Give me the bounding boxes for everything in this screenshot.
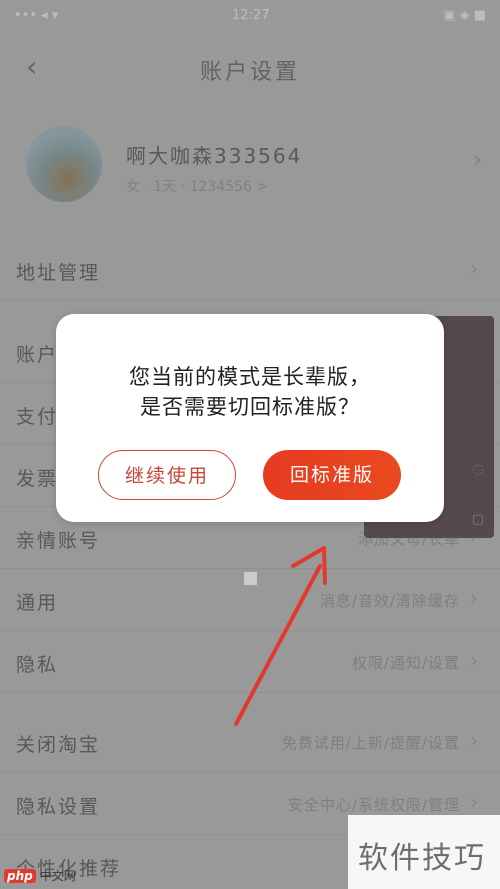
watermark-text: 软件技巧: [358, 841, 486, 876]
logo-php: php: [4, 869, 36, 883]
dialog-message-line-1: 您当前的模式是长辈版，: [129, 365, 371, 389]
dialog-message-line-2: 是否需要切回标准版？: [140, 395, 360, 419]
watermark: 软件技巧: [348, 815, 500, 889]
continue-using-button[interactable]: 继续使用: [98, 450, 236, 500]
dialog-message: 您当前的模式是长辈版， 是否需要切回标准版？: [56, 362, 444, 422]
logo-cn: 中文网: [39, 869, 76, 883]
switch-to-standard-button[interactable]: 回标准版: [263, 450, 401, 500]
app-screen: ••• ◂ ▾ 12:27 ▣ ◈ ■ ‹ 账户设置 啊大咖森333564 女 …: [0, 0, 500, 889]
mode-switch-dialog: 您当前的模式是长辈版， 是否需要切回标准版？ 继续使用 回标准版: [56, 314, 444, 522]
site-logo: php 中文网: [4, 867, 76, 885]
